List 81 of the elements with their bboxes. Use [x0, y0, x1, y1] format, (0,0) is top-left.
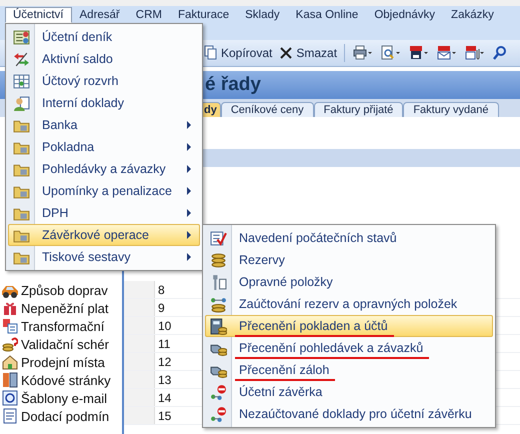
menu-item[interactable]: Tiskové sestavy [8, 246, 200, 268]
printer-icon[interactable] [352, 45, 374, 61]
email-template-icon [2, 390, 18, 406]
menu-item[interactable]: Opravné položky [205, 271, 493, 293]
menu-item[interactable]: Aktivní saldo [8, 48, 200, 70]
menu-item[interactable]: Účetní deník [8, 26, 200, 48]
wrench-document-icon [210, 274, 227, 290]
menu-item[interactable]: DPH [8, 202, 200, 224]
row-header-cell[interactable] [124, 389, 155, 406]
menu-item[interactable]: Pohledávky a závazky [8, 158, 200, 180]
menu-bar-item[interactable]: Fakturace [170, 7, 238, 23]
table-cell-text: 14 [157, 390, 172, 406]
list-item[interactable]: Prodejní místa [0, 353, 122, 371]
copy-icon[interactable] [203, 45, 219, 61]
row-header-cell[interactable] [124, 299, 155, 316]
menu-bar-item[interactable]: Objednávky [366, 7, 444, 23]
menu-bar-item[interactable]: Adresář [72, 7, 128, 23]
stop-nodes-icon [210, 406, 227, 422]
table-cell-text: 12 [157, 354, 172, 370]
menu-item[interactable]: Nezaúčtované doklady pro účetní závěrku [205, 403, 493, 425]
row-header-cell[interactable] [124, 317, 155, 334]
menu-item[interactable]: Interní doklady [8, 92, 200, 114]
exchange-icon [13, 50, 30, 68]
menu-bar-item[interactable]: Zakázky [443, 7, 502, 23]
menu-item[interactable]: Banka [8, 114, 200, 136]
search-icon[interactable] [492, 45, 508, 61]
list-item[interactable]: Dodací podmín [0, 407, 122, 425]
menu-item[interactable]: Upomínky a penalizace [8, 180, 200, 202]
house-icon [2, 354, 18, 370]
table-cell-text: 11 [157, 336, 170, 352]
menu-item[interactable]: Účetní závěrka [205, 381, 493, 403]
row-header-cell[interactable] [124, 353, 155, 370]
list-item[interactable]: Nepeněžní plat [0, 299, 122, 317]
list-item[interactable]: Validační schér [0, 335, 122, 353]
pdf-email-icon[interactable] [436, 45, 458, 61]
code-page-icon [2, 372, 18, 388]
menu-item[interactable]: Přecenění pokladen a účtů [205, 315, 493, 337]
pdf-save-icon[interactable] [408, 45, 430, 61]
delete-icon[interactable] [278, 45, 294, 61]
list-item[interactable]: Šablony e-mail [0, 389, 122, 407]
table-cell-text: 10 [157, 318, 172, 334]
list-item[interactable]: Způsob doprav [0, 281, 122, 299]
table-cell-text: 15 [157, 408, 172, 424]
toolbar-button[interactable]: Kopírovat [200, 45, 276, 61]
menu-bar-item[interactable]: CRM [128, 7, 170, 23]
window-title: é řady [205, 74, 261, 96]
toolbar-button[interactable]: Smazat [275, 45, 340, 61]
menu-item[interactable]: Zaúčtování rezerv a opravných položek [205, 293, 493, 315]
table-cell-text: 8 [157, 282, 165, 298]
person-document-icon [13, 94, 30, 112]
menu-item[interactable]: Navedení počátečních stavů [205, 227, 493, 249]
menu-bar-item[interactable]: Sklady [237, 7, 288, 23]
menu-item[interactable]: Rezervy [205, 249, 493, 271]
menu-item[interactable]: Účtový rozvrh [8, 70, 200, 92]
tab[interactable]: Faktury vydané [403, 102, 499, 117]
checklist-icon [210, 230, 227, 246]
question-coins-icon [2, 336, 18, 352]
table-cell-text: 13 [157, 372, 172, 388]
list-item[interactable]: Kódové stránky [0, 371, 122, 389]
menu-bar-item[interactable]: Kasa Online [288, 7, 366, 23]
chart-of-accounts-icon [13, 72, 30, 90]
menu-bar-item[interactable]: Účetnictví [5, 7, 72, 23]
table-cell-text: 9 [157, 300, 165, 316]
coins-icon [210, 252, 227, 268]
tab[interactable]: Ceníkové ceny [220, 102, 314, 117]
tab[interactable]: Faktury přijaté [314, 102, 404, 117]
ledger-icon [13, 28, 30, 46]
calculator-coins-icon [210, 318, 227, 334]
menu-item[interactable]: Závěrkové operace [8, 224, 200, 246]
row-header-cell[interactable] [124, 281, 155, 298]
menu-item[interactable]: Přecenění záloh [205, 359, 493, 381]
row-header-cell[interactable] [124, 335, 155, 352]
list-item[interactable]: Transformační [0, 317, 122, 335]
print-preview-icon[interactable] [380, 45, 402, 61]
stop-nodes-icon [210, 384, 227, 400]
pdf-attachment-icon[interactable] [464, 45, 486, 61]
network-coins-icon [210, 296, 227, 312]
row-header-cell[interactable] [124, 371, 155, 388]
menu-item[interactable]: Pokladna [8, 136, 200, 158]
row-header-cell[interactable] [124, 407, 155, 424]
menu-item[interactable]: Přecenění pohledávek a závazků [205, 337, 493, 359]
